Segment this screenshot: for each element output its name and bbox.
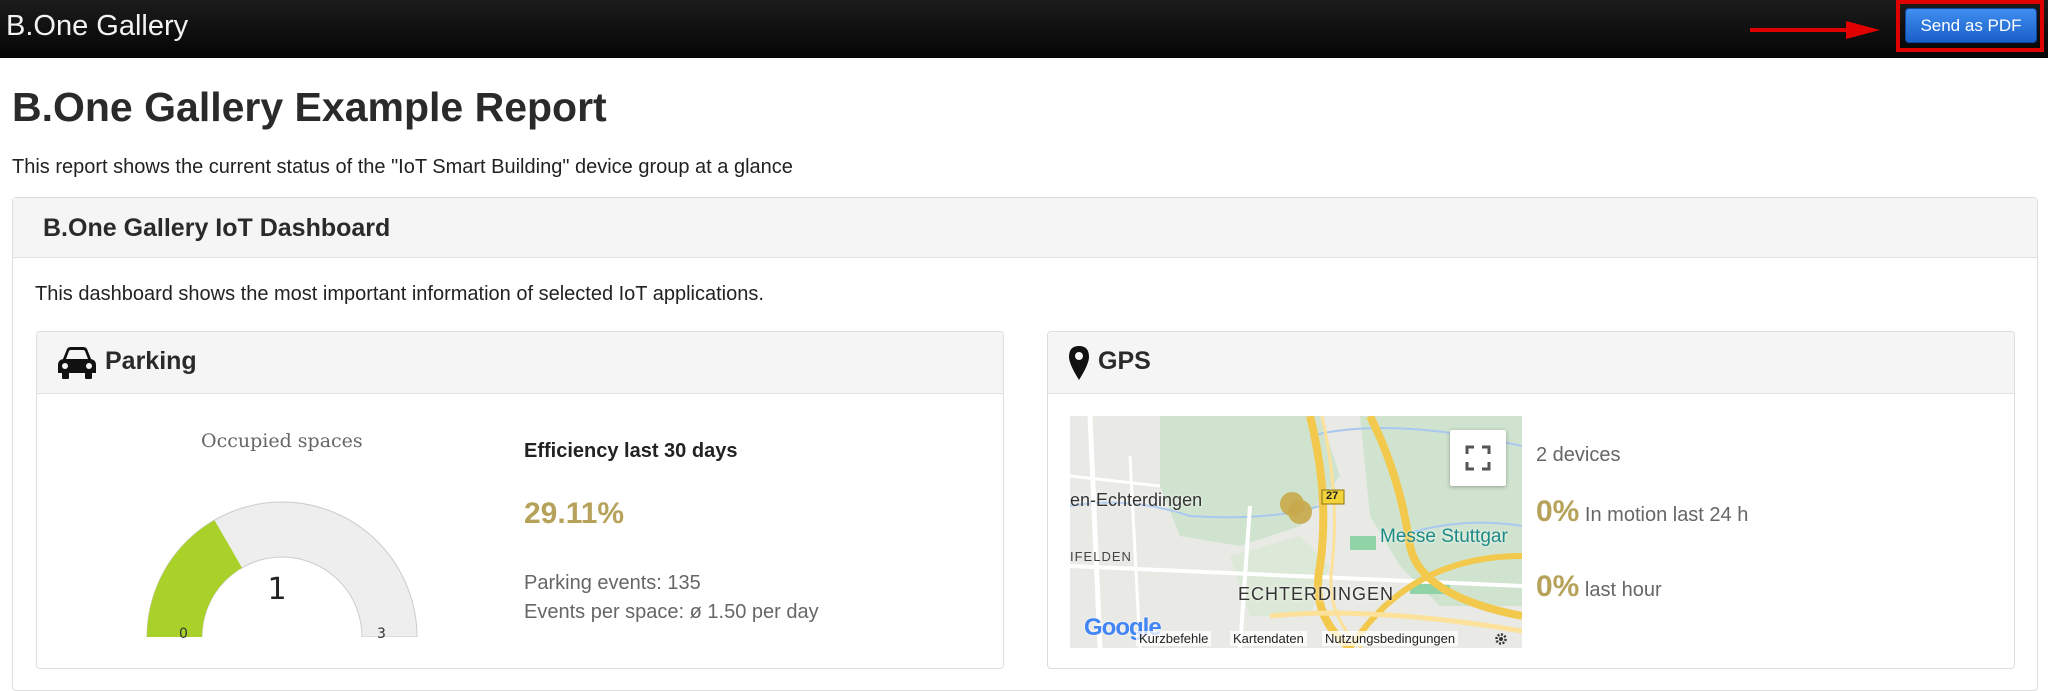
efficiency-value: 29.11% [524, 497, 625, 530]
fullscreen-icon [1465, 445, 1491, 471]
last-hour-value: 0% [1536, 570, 1580, 603]
dashboard-description: This dashboard shows the most important … [35, 283, 764, 305]
efficiency-title: Efficiency last 30 days [524, 440, 738, 462]
events-per-space: Events per space: ø 1.50 per day [524, 601, 819, 623]
gps-map[interactable]: 27 en-Echterdingen IFELDEN ECHTERDINGEN … [1070, 416, 1522, 648]
parking-card-header: Parking [37, 332, 1003, 394]
red-arrow-annotation-icon [1750, 21, 1880, 39]
gps-card: GPS 27 en-Echterdingen IFELDEN ECHTERDIN… [1047, 331, 2015, 669]
map-label-echterdingen: ECHTERDINGEN [1238, 584, 1395, 604]
map-road-badge: 27 [1326, 490, 1339, 502]
map-footer: Kurzbefehle Kartendaten Nutzungsbedingun… [1070, 628, 1522, 648]
parking-title: Parking [105, 347, 197, 375]
gps-card-header: GPS [1048, 332, 2014, 394]
parking-card: Parking Occupied spaces 1 0 3 Efficiency… [36, 331, 1004, 669]
map-label-messe: Messe Stuttgar [1380, 526, 1508, 547]
dashboard-panel-header: B.One Gallery IoT Dashboard [13, 198, 2037, 258]
last-hour-stat: 0% last hour [1536, 570, 1662, 604]
report-title: B.One Gallery Example Report [12, 84, 607, 130]
occupancy-gauge [146, 501, 418, 637]
device-marker [1288, 500, 1312, 524]
send-as-pdf-button[interactable]: Send as PDF [1905, 8, 2037, 43]
report-description: This report shows the current status of … [12, 156, 793, 178]
device-count: 2 devices [1536, 444, 1621, 466]
last-hour-label: last hour [1584, 579, 1662, 601]
map-settings-gear-icon[interactable] [1494, 632, 1508, 646]
motion-24h-value: 0% [1536, 495, 1580, 528]
top-navbar: B.One Gallery Send as PDF [0, 0, 2048, 58]
map-shortcuts-link[interactable]: Kurzbefehle [1136, 631, 1212, 646]
dashboard-title: B.One Gallery IoT Dashboard [43, 214, 391, 242]
gauge-title: Occupied spaces [201, 430, 363, 452]
map-fullscreen-button[interactable] [1450, 430, 1506, 486]
gauge-min-label: 0 [179, 626, 188, 642]
motion-24h-label: In motion last 24 h [1584, 504, 1749, 526]
map-label-town: en-Echterdingen [1070, 490, 1203, 510]
map-label-felden: IFELDEN [1070, 549, 1132, 564]
navbar-brand[interactable]: B.One Gallery [6, 10, 188, 43]
map-data-link[interactable]: Kartendaten [1230, 631, 1307, 646]
map-marker-icon [1069, 346, 1089, 380]
gps-title: GPS [1098, 347, 1151, 375]
gauge-max-label: 3 [377, 626, 386, 642]
motion-24h-stat: 0% In motion last 24 h [1536, 495, 1748, 529]
map-terms-link[interactable]: Nutzungsbedingungen [1322, 631, 1459, 646]
parking-events: Parking events: 135 [524, 572, 701, 594]
car-icon [58, 347, 96, 379]
